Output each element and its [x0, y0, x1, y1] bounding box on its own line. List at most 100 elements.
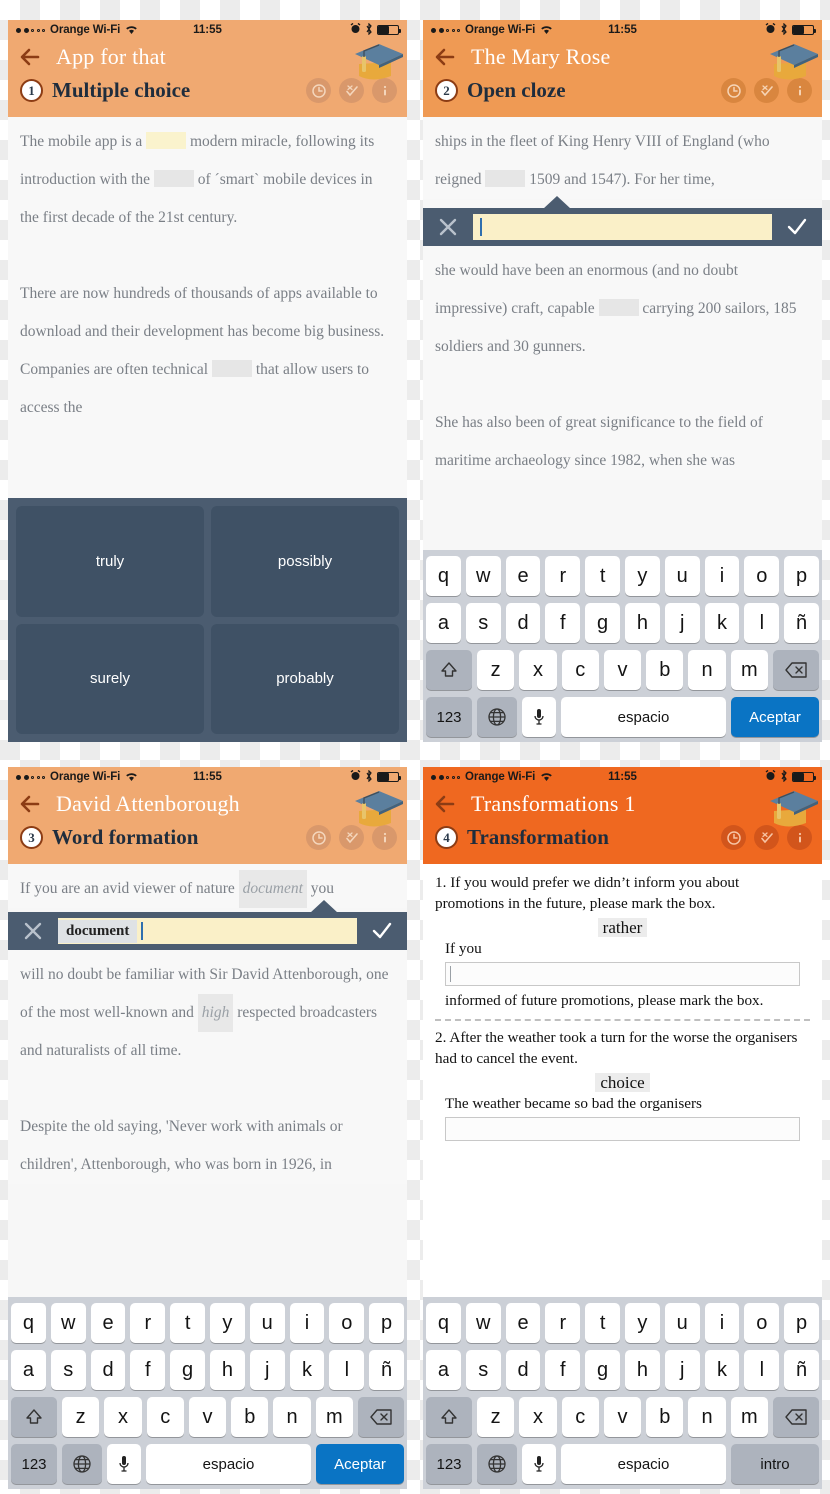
microphone-icon[interactable]	[522, 697, 556, 737]
key-n[interactable]: n	[688, 1397, 726, 1437]
key-q[interactable]: q	[426, 556, 461, 596]
blank-gray[interactable]	[211, 360, 252, 377]
key-enye[interactable]: ñ	[784, 603, 819, 643]
key-y[interactable]: y	[625, 556, 660, 596]
key-p[interactable]: p	[784, 556, 819, 596]
key-v[interactable]: v	[188, 1397, 227, 1437]
key-u[interactable]: u	[249, 1303, 285, 1343]
key-y[interactable]: y	[625, 1303, 660, 1343]
key-numbers[interactable]: 123	[426, 1444, 472, 1484]
key-space[interactable]: espacio	[146, 1444, 311, 1484]
key-g[interactable]: g	[585, 1350, 620, 1390]
key-t[interactable]: t	[170, 1303, 205, 1343]
key-u[interactable]: u	[664, 1303, 700, 1343]
key-enter[interactable]: Aceptar	[316, 1444, 404, 1484]
key-enter[interactable]: Aceptar	[731, 697, 819, 737]
blank-gray[interactable]	[598, 299, 639, 316]
key-g[interactable]: g	[170, 1350, 205, 1390]
key-m[interactable]: m	[315, 1397, 353, 1437]
key-l[interactable]: l	[744, 1350, 780, 1390]
key-z[interactable]: z	[477, 1397, 515, 1437]
key-x[interactable]: x	[104, 1397, 142, 1437]
key-e[interactable]: e	[505, 556, 541, 596]
key-x[interactable]: x	[519, 1397, 557, 1437]
key-w[interactable]: w	[465, 556, 501, 596]
key-a[interactable]: a	[426, 1350, 461, 1390]
key-a[interactable]: a	[426, 603, 461, 643]
key-r[interactable]: r	[545, 556, 581, 596]
option-button[interactable]: surely	[16, 623, 204, 734]
key-a[interactable]: a	[11, 1350, 46, 1390]
shift-icon[interactable]	[426, 650, 473, 690]
key-s[interactable]: s	[465, 603, 501, 643]
answer-field[interactable]: document	[58, 918, 357, 944]
key-space[interactable]: espacio	[561, 697, 726, 737]
backspace-icon[interactable]	[772, 1397, 819, 1437]
key-e[interactable]: e	[90, 1303, 126, 1343]
key-y[interactable]: y	[210, 1303, 245, 1343]
key-j[interactable]: j	[664, 1350, 700, 1390]
key-o[interactable]: o	[744, 556, 780, 596]
key-f[interactable]: f	[545, 1350, 581, 1390]
key-q[interactable]: q	[11, 1303, 46, 1343]
key-m[interactable]: m	[730, 650, 768, 690]
key-m[interactable]: m	[730, 1397, 768, 1437]
key-z[interactable]: z	[62, 1397, 100, 1437]
key-c[interactable]: c	[561, 1397, 599, 1437]
key-enye[interactable]: ñ	[369, 1350, 404, 1390]
key-j[interactable]: j	[249, 1350, 285, 1390]
key-numbers[interactable]: 123	[11, 1444, 57, 1484]
x-icon[interactable]	[431, 216, 465, 238]
clock-icon[interactable]	[721, 78, 746, 103]
key-l[interactable]: l	[744, 603, 780, 643]
key-enter[interactable]: intro	[731, 1444, 819, 1484]
key-s[interactable]: s	[465, 1350, 501, 1390]
key-q[interactable]: q	[426, 1303, 461, 1343]
key-c[interactable]: c	[561, 650, 599, 690]
shift-icon[interactable]	[11, 1397, 58, 1437]
x-icon[interactable]	[16, 920, 50, 942]
key-x[interactable]: x	[519, 650, 557, 690]
key-k[interactable]: k	[704, 603, 740, 643]
key-space[interactable]: espacio	[561, 1444, 726, 1484]
key-w[interactable]: w	[50, 1303, 86, 1343]
backspace-icon[interactable]	[772, 650, 819, 690]
key-u[interactable]: u	[664, 556, 700, 596]
gap-word[interactable]: document	[238, 870, 307, 908]
key-i[interactable]: i	[704, 556, 740, 596]
option-button[interactable]: possibly	[211, 506, 399, 617]
key-c[interactable]: c	[146, 1397, 184, 1437]
key-i[interactable]: i	[289, 1303, 325, 1343]
clock-icon[interactable]	[306, 78, 331, 103]
transformation-input[interactable]	[445, 1117, 800, 1141]
key-j[interactable]: j	[664, 603, 700, 643]
option-button[interactable]: truly	[16, 506, 204, 617]
back-arrow-icon[interactable]	[18, 791, 46, 817]
gap-word[interactable]: high	[197, 994, 234, 1032]
key-d[interactable]: d	[90, 1350, 126, 1390]
transformation-input[interactable]	[445, 962, 800, 986]
key-h[interactable]: h	[210, 1350, 245, 1390]
check-icon[interactable]	[365, 920, 399, 942]
back-arrow-icon[interactable]	[18, 44, 46, 70]
key-b[interactable]: b	[646, 1397, 684, 1437]
blank-gray[interactable]	[153, 170, 194, 187]
key-g[interactable]: g	[585, 603, 620, 643]
key-k[interactable]: k	[289, 1350, 325, 1390]
key-b[interactable]: b	[231, 1397, 269, 1437]
key-d[interactable]: d	[505, 1350, 541, 1390]
check-icon[interactable]	[780, 216, 814, 238]
key-v[interactable]: v	[603, 650, 642, 690]
key-l[interactable]: l	[329, 1350, 365, 1390]
key-f[interactable]: f	[545, 603, 581, 643]
key-b[interactable]: b	[646, 650, 684, 690]
key-o[interactable]: o	[744, 1303, 780, 1343]
key-e[interactable]: e	[505, 1303, 541, 1343]
globe-icon[interactable]	[477, 1444, 517, 1484]
key-o[interactable]: o	[329, 1303, 365, 1343]
key-t[interactable]: t	[585, 556, 620, 596]
key-k[interactable]: k	[704, 1350, 740, 1390]
microphone-icon[interactable]	[522, 1444, 556, 1484]
back-arrow-icon[interactable]	[433, 791, 461, 817]
key-numbers[interactable]: 123	[426, 697, 472, 737]
